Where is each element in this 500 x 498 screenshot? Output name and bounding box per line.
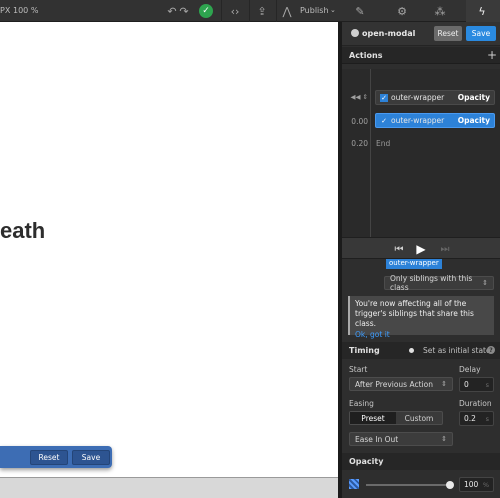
easing-select[interactable]: Ease In Out ⇕ — [349, 432, 453, 446]
opacity-input[interactable]: 100 % — [459, 477, 494, 492]
opacity-slider-track[interactable] — [366, 484, 452, 486]
actions-section-header: Actions + — [342, 47, 500, 64]
chevron-updown-icon: ⇕ — [482, 279, 488, 287]
clock-icon — [351, 29, 359, 37]
opacity-section-header: Opacity — [342, 453, 500, 470]
zoom-level[interactable]: 100 % — [13, 6, 38, 15]
easing-mode-toggle: Preset Custom — [349, 411, 443, 425]
action-target: outer-wrapper — [391, 116, 445, 125]
checkbox-icon[interactable]: ✓ — [380, 117, 388, 125]
interaction-title: open-modal — [362, 29, 416, 38]
checkbox-icon[interactable]: ✓ — [380, 93, 388, 102]
skip-end-icon[interactable]: ⏭ — [438, 242, 452, 256]
interaction-header: open-modal Reset Save — [342, 22, 500, 46]
redo-icon[interactable]: ↷ — [178, 3, 190, 19]
custom-tab[interactable]: Custom — [396, 412, 442, 424]
chevron-down-icon[interactable]: ⌄ — [330, 6, 336, 14]
start-label: Start — [349, 365, 368, 374]
actions-timeline: ◀◀ ⇕ ✓ outer-wrapper Opacity 0.00 ✓ oute… — [342, 69, 500, 237]
undo-icon[interactable]: ↶ — [166, 3, 178, 19]
design-canvas[interactable] — [0, 22, 338, 477]
duration-input[interactable]: 0.2 s — [459, 411, 494, 426]
publish-icon: ⋀ — [282, 4, 292, 18]
drops-icon[interactable]: ⁂ — [432, 3, 448, 19]
opacity-unit: % — [482, 480, 489, 489]
delay-input[interactable]: 0 s — [459, 377, 494, 392]
duration-label: Duration — [459, 399, 492, 408]
code-icon[interactable]: ‹› — [227, 3, 243, 19]
gear-icon[interactable]: ⚙ — [394, 3, 410, 19]
selector-chip[interactable]: outer-wrapper — [386, 259, 442, 269]
scope-value: Only siblings with this class — [390, 274, 473, 292]
start-select[interactable]: After Previous Action ⇕ — [349, 377, 453, 391]
initial-state-label[interactable]: Set as initial state — [423, 346, 491, 355]
actions-title: Actions — [349, 51, 383, 60]
play-icon[interactable]: ▶ — [414, 242, 428, 256]
reset-button[interactable]: Reset — [434, 26, 462, 41]
action-type: Opacity — [457, 93, 490, 102]
delay-label: Delay — [459, 365, 481, 374]
publish-button[interactable]: Publish — [300, 6, 329, 15]
help-icon[interactable]: ? — [487, 346, 495, 354]
easing-label: Easing — [349, 399, 374, 408]
chevron-updown-icon: ⇕ — [441, 435, 447, 443]
chevron-updown-icon: ⇕ — [441, 380, 447, 388]
save-button[interactable]: Save — [466, 26, 496, 41]
timing-section-header: Timing Set as initial state ? — [342, 342, 500, 359]
opacity-slider-handle[interactable] — [446, 481, 454, 489]
sibling-info-notice: You're now affecting all of the trigger'… — [348, 296, 494, 339]
add-action-icon[interactable]: + — [487, 48, 497, 62]
opacity-pattern-icon — [349, 479, 359, 489]
dismiss-link[interactable]: Ok, got it — [355, 330, 489, 339]
status-check-icon[interactable]: ✓ — [198, 3, 214, 19]
canvas-save-button[interactable]: Save — [72, 450, 110, 465]
duration-unit: s — [485, 414, 489, 423]
action-time: 0.00 — [351, 117, 368, 126]
export-icon[interactable]: ⇪ — [254, 3, 270, 19]
action-row[interactable]: ✓ outer-wrapper Opacity — [375, 90, 495, 105]
brush-icon[interactable]: ✎ — [352, 3, 368, 19]
initial-state-toggle[interactable] — [409, 348, 414, 353]
action-type: Opacity — [457, 116, 490, 125]
action-row-selected[interactable]: ✓ outer-wrapper Opacity — [375, 113, 495, 128]
canvas-status-strip — [0, 477, 338, 498]
opacity-value: 100 — [464, 480, 479, 489]
duration-value: 0.2 — [464, 414, 476, 423]
easing-value: Ease In Out — [355, 434, 399, 444]
preset-tab[interactable]: Preset — [350, 412, 396, 424]
drag-handle-icon[interactable]: ◀◀ ⇕ — [344, 93, 368, 101]
playback-controls: ⏮ ▶ ⏭ — [342, 237, 500, 259]
action-target: outer-wrapper — [391, 93, 445, 102]
timing-title: Timing — [349, 346, 380, 355]
width-unit: PX — [0, 6, 11, 15]
end-label: End — [376, 139, 391, 148]
rewind-icon[interactable]: ⏮ — [392, 242, 406, 256]
canvas-floating-bar: Reset Save — [0, 446, 112, 468]
canvas-heading-fragment[interactable]: eath — [0, 218, 45, 244]
lightning-icon[interactable]: ϟ — [474, 3, 490, 19]
end-time: 0.20 — [351, 139, 368, 148]
delay-value: 0 — [464, 380, 469, 389]
interactions-panel: open-modal Reset Save Actions + ◀◀ ⇕ ✓ o… — [342, 22, 500, 498]
start-value: After Previous Action — [355, 379, 433, 389]
info-message: You're now affecting all of the trigger'… — [355, 299, 474, 328]
delay-unit: s — [485, 380, 489, 389]
timeline-axis — [370, 69, 371, 237]
scope-select[interactable]: Only siblings with this class ⇕ — [384, 274, 494, 292]
top-toolbar: PX 100 % ↶ ↷ ✓ ‹› ⇪ ⋀ Publish ⌄ ✎ ⚙ ⁂ ϟ — [0, 0, 500, 22]
opacity-title: Opacity — [349, 457, 384, 466]
canvas-reset-button[interactable]: Reset — [30, 450, 68, 465]
